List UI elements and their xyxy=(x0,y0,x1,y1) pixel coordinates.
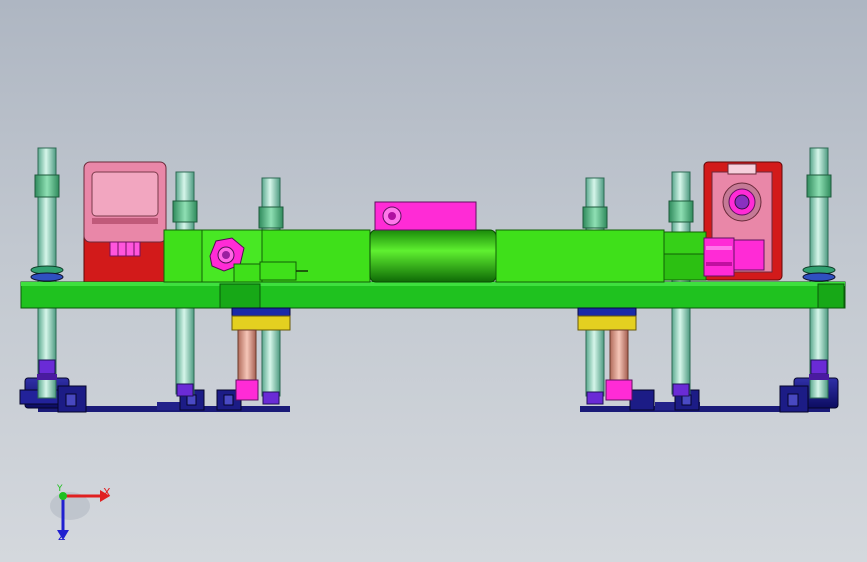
clamp-right[interactable] xyxy=(779,377,839,413)
triad-z-label: Z xyxy=(58,530,66,543)
guide-pin-1[interactable] xyxy=(30,147,64,399)
cylinder-barrel[interactable] xyxy=(369,229,497,283)
cylinder-right-block[interactable] xyxy=(495,229,707,283)
assembly-model[interactable] xyxy=(0,0,867,562)
cylinder-left-block[interactable] xyxy=(163,229,371,283)
guide-pin-6[interactable] xyxy=(802,147,836,399)
cad-viewport[interactable]: X Y Z xyxy=(0,0,867,562)
small-clamp-right-a[interactable] xyxy=(629,389,655,411)
triad-x-label: X xyxy=(103,486,111,499)
base-plate[interactable] xyxy=(20,281,846,309)
triad-y-label: Y xyxy=(57,484,63,494)
top-mount-plate[interactable] xyxy=(374,201,477,231)
left-bracket[interactable] xyxy=(83,161,167,283)
cylinder-fitting[interactable] xyxy=(703,237,735,277)
stop-left[interactable] xyxy=(231,307,291,401)
